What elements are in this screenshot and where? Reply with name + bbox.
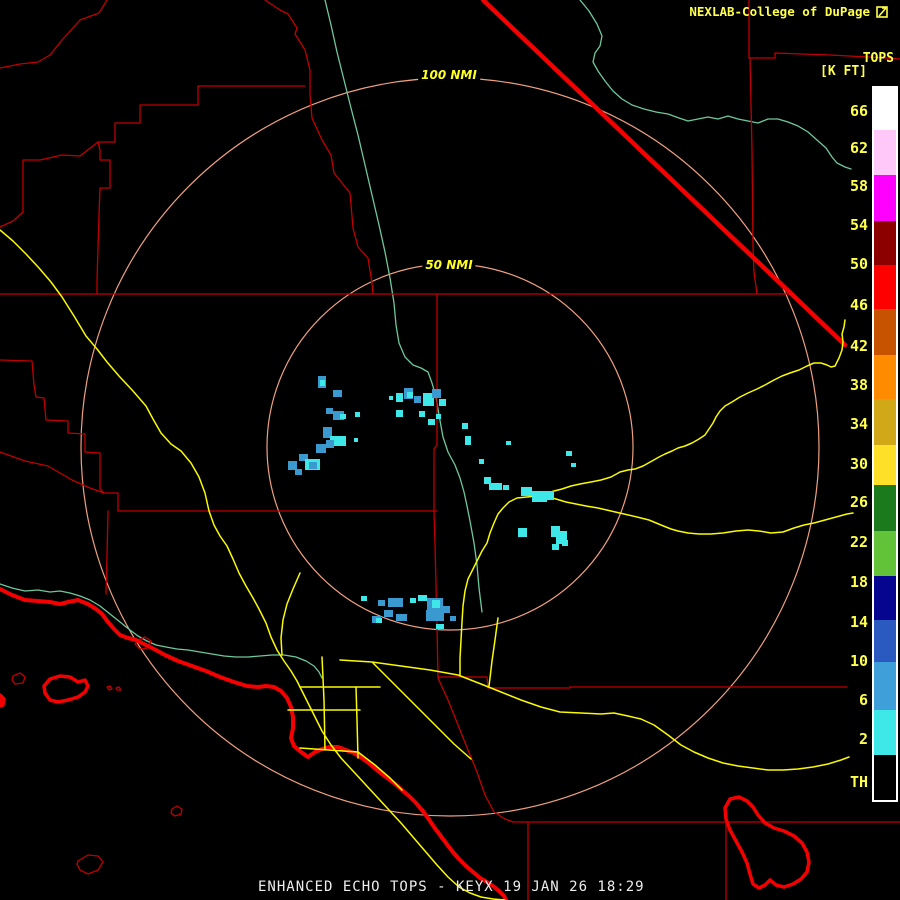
radar-echo-cell bbox=[428, 419, 435, 425]
radar-echo-cell bbox=[432, 600, 440, 608]
radar-echo-cell bbox=[484, 477, 491, 484]
highway-line bbox=[460, 495, 545, 675]
radar-echo-cell bbox=[419, 411, 425, 417]
radar-echo-cell bbox=[566, 451, 572, 456]
radar-echo-cell bbox=[410, 598, 416, 603]
island-outline bbox=[116, 687, 121, 690]
county-boundary bbox=[0, 142, 98, 227]
radar-echo-cell bbox=[462, 423, 468, 429]
coastline bbox=[0, 589, 506, 900]
scale-title: TOPS bbox=[863, 51, 894, 66]
radar-echo-cell bbox=[436, 414, 441, 419]
radar-echo-cell bbox=[316, 444, 326, 453]
highway-line bbox=[545, 496, 853, 534]
radar-echo-cell bbox=[389, 396, 393, 400]
county-boundary bbox=[0, 360, 118, 511]
highway-line bbox=[340, 660, 849, 770]
radar-echo-cell bbox=[396, 614, 407, 621]
radar-echo-cell bbox=[396, 393, 403, 402]
radar-echo-cell bbox=[320, 380, 325, 386]
radar-map bbox=[0, 0, 900, 900]
radar-echo-cell bbox=[333, 390, 342, 397]
highway-line bbox=[281, 573, 300, 655]
radar-echo-cell bbox=[376, 618, 382, 623]
island-outline bbox=[171, 806, 182, 816]
radar-echo-cell bbox=[545, 491, 554, 500]
radar-echo-cell bbox=[361, 596, 367, 601]
highway-line bbox=[545, 363, 835, 494]
radar-echo-cell bbox=[414, 396, 421, 403]
radar-echo-cell bbox=[426, 610, 444, 621]
radar-echo-cell bbox=[521, 487, 532, 496]
radar-echo-cell bbox=[450, 616, 456, 621]
radar-echo-cell bbox=[407, 392, 413, 398]
radar-echo-cell bbox=[532, 491, 547, 502]
island-outline bbox=[12, 673, 25, 684]
scale-units: [K FT] bbox=[820, 64, 867, 79]
county-boundary bbox=[0, 452, 104, 493]
radar-echo-cell bbox=[418, 595, 427, 601]
county-boundary bbox=[265, 0, 373, 294]
highway-line bbox=[489, 618, 498, 686]
radar-display: 66625854504642383430262218141062TH NEXLA… bbox=[0, 0, 900, 900]
radar-echo-cell bbox=[562, 540, 568, 546]
state-boundary bbox=[483, 0, 845, 345]
radar-echo-cell bbox=[518, 528, 527, 537]
county-boundary bbox=[97, 142, 110, 293]
county-boundary bbox=[98, 86, 305, 142]
radar-echo-cell bbox=[489, 483, 502, 490]
cod-logo-icon bbox=[876, 5, 888, 18]
radar-echo-cell bbox=[378, 600, 385, 606]
radar-echo-cell bbox=[326, 408, 333, 414]
highway-line bbox=[322, 657, 325, 750]
radar-echo-cell bbox=[354, 438, 358, 442]
radar-echo-cell bbox=[503, 485, 509, 490]
radar-echo-cell bbox=[552, 544, 559, 550]
radar-echo-cell bbox=[309, 462, 317, 469]
ring-label-100nmi: 100 NMI bbox=[418, 68, 480, 82]
island-coastline bbox=[44, 676, 88, 702]
radar-echo-cell bbox=[506, 441, 511, 445]
island-outline bbox=[77, 855, 103, 874]
radar-echo-cell bbox=[340, 414, 346, 419]
highway-line bbox=[0, 230, 505, 900]
radar-echo-cell bbox=[571, 463, 576, 467]
county-boundary bbox=[438, 677, 847, 688]
radar-echo-cell bbox=[479, 459, 484, 464]
radar-echo-cell bbox=[432, 389, 441, 398]
radar-echo-cell bbox=[355, 412, 360, 417]
highway-line bbox=[356, 687, 358, 758]
river-line bbox=[580, 0, 851, 169]
radar-echo-cell bbox=[396, 410, 403, 417]
island-coastline bbox=[0, 695, 4, 706]
product-caption: ENHANCED ECHO TOPS - KEYX 19 JAN 26 18:2… bbox=[258, 879, 645, 895]
radar-echo-cell bbox=[295, 469, 302, 475]
county-boundary bbox=[438, 678, 513, 822]
radar-echo-cell bbox=[465, 436, 471, 445]
river-line bbox=[0, 584, 322, 678]
brand-text: NEXLAB-College of DuPage bbox=[689, 4, 870, 19]
radar-echo-cell bbox=[439, 399, 446, 406]
county-boundary bbox=[0, 0, 107, 68]
radar-echo-cell bbox=[436, 624, 444, 629]
radar-echo-cell bbox=[388, 598, 403, 607]
radar-echo-cell bbox=[326, 440, 334, 448]
radar-echo-cell bbox=[443, 606, 450, 613]
ring-label-50nmi: 50 NMI bbox=[422, 258, 475, 272]
island-coastline bbox=[725, 797, 809, 888]
island-outline bbox=[107, 686, 112, 690]
radar-echo-cell bbox=[288, 461, 297, 470]
radar-echo-cell bbox=[384, 610, 393, 617]
